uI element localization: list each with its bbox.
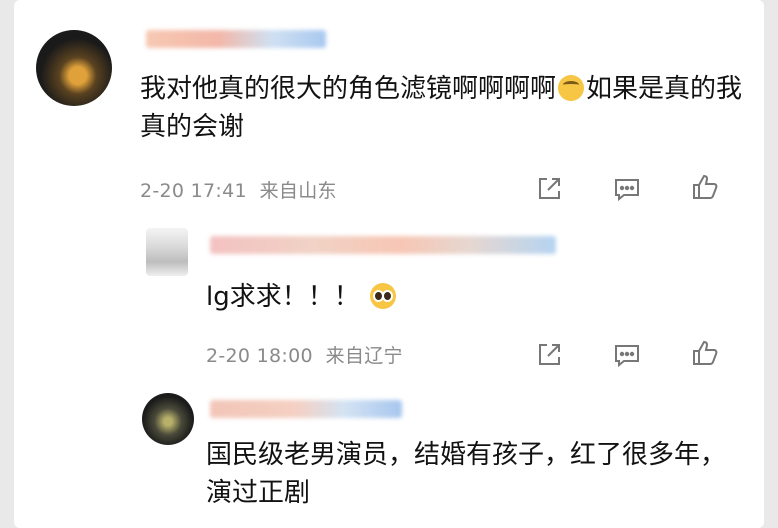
avatar[interactable]: [36, 30, 112, 106]
username-blurred[interactable]: [210, 236, 556, 254]
comment-text-part: 国民级老男演员，结婚有孩子，红了很多年，演过正剧: [206, 440, 727, 508]
comment-card: 我对他真的很大的角色滤镜啊啊啊啊 如果是真的我真的会谢 2-20 17:41 来自…: [14, 0, 764, 528]
comment-text: lg求求！！！: [206, 278, 726, 316]
username-blurred[interactable]: [146, 30, 326, 48]
username-blurred[interactable]: [210, 400, 402, 418]
thumbs-up-icon[interactable]: [690, 172, 720, 202]
timestamp: 2-20 17:41: [140, 180, 247, 202]
share-icon[interactable]: [534, 340, 564, 370]
location-label: 来自辽宁: [325, 345, 403, 367]
avatar[interactable]: [146, 228, 188, 276]
comment-text: 国民级老男演员，结婚有孩子，红了很多年，演过正剧: [206, 436, 746, 512]
comment-text-part: 我对他真的很大的角色滤镜啊啊啊啊: [140, 74, 557, 104]
comment-icon[interactable]: [612, 174, 642, 204]
comment-text: 我对他真的很大的角色滤镜啊啊啊啊 如果是真的我真的会谢: [140, 70, 750, 146]
share-icon[interactable]: [534, 174, 564, 204]
thumbs-up-icon[interactable]: [690, 338, 720, 368]
avatar[interactable]: [142, 393, 194, 445]
pleading-face-emoji-icon: [370, 283, 396, 309]
comment-meta: 2-20 17:41 来自山东: [140, 176, 337, 203]
rolling-eyes-emoji-icon: [558, 75, 585, 101]
timestamp: 2-20 18:00: [206, 345, 313, 367]
location-label: 来自山东: [259, 180, 337, 202]
comment-text-part: lg求求！！！: [206, 282, 360, 312]
comment-icon[interactable]: [612, 340, 642, 370]
comment-meta: 2-20 18:00 来自辽宁: [206, 341, 403, 368]
